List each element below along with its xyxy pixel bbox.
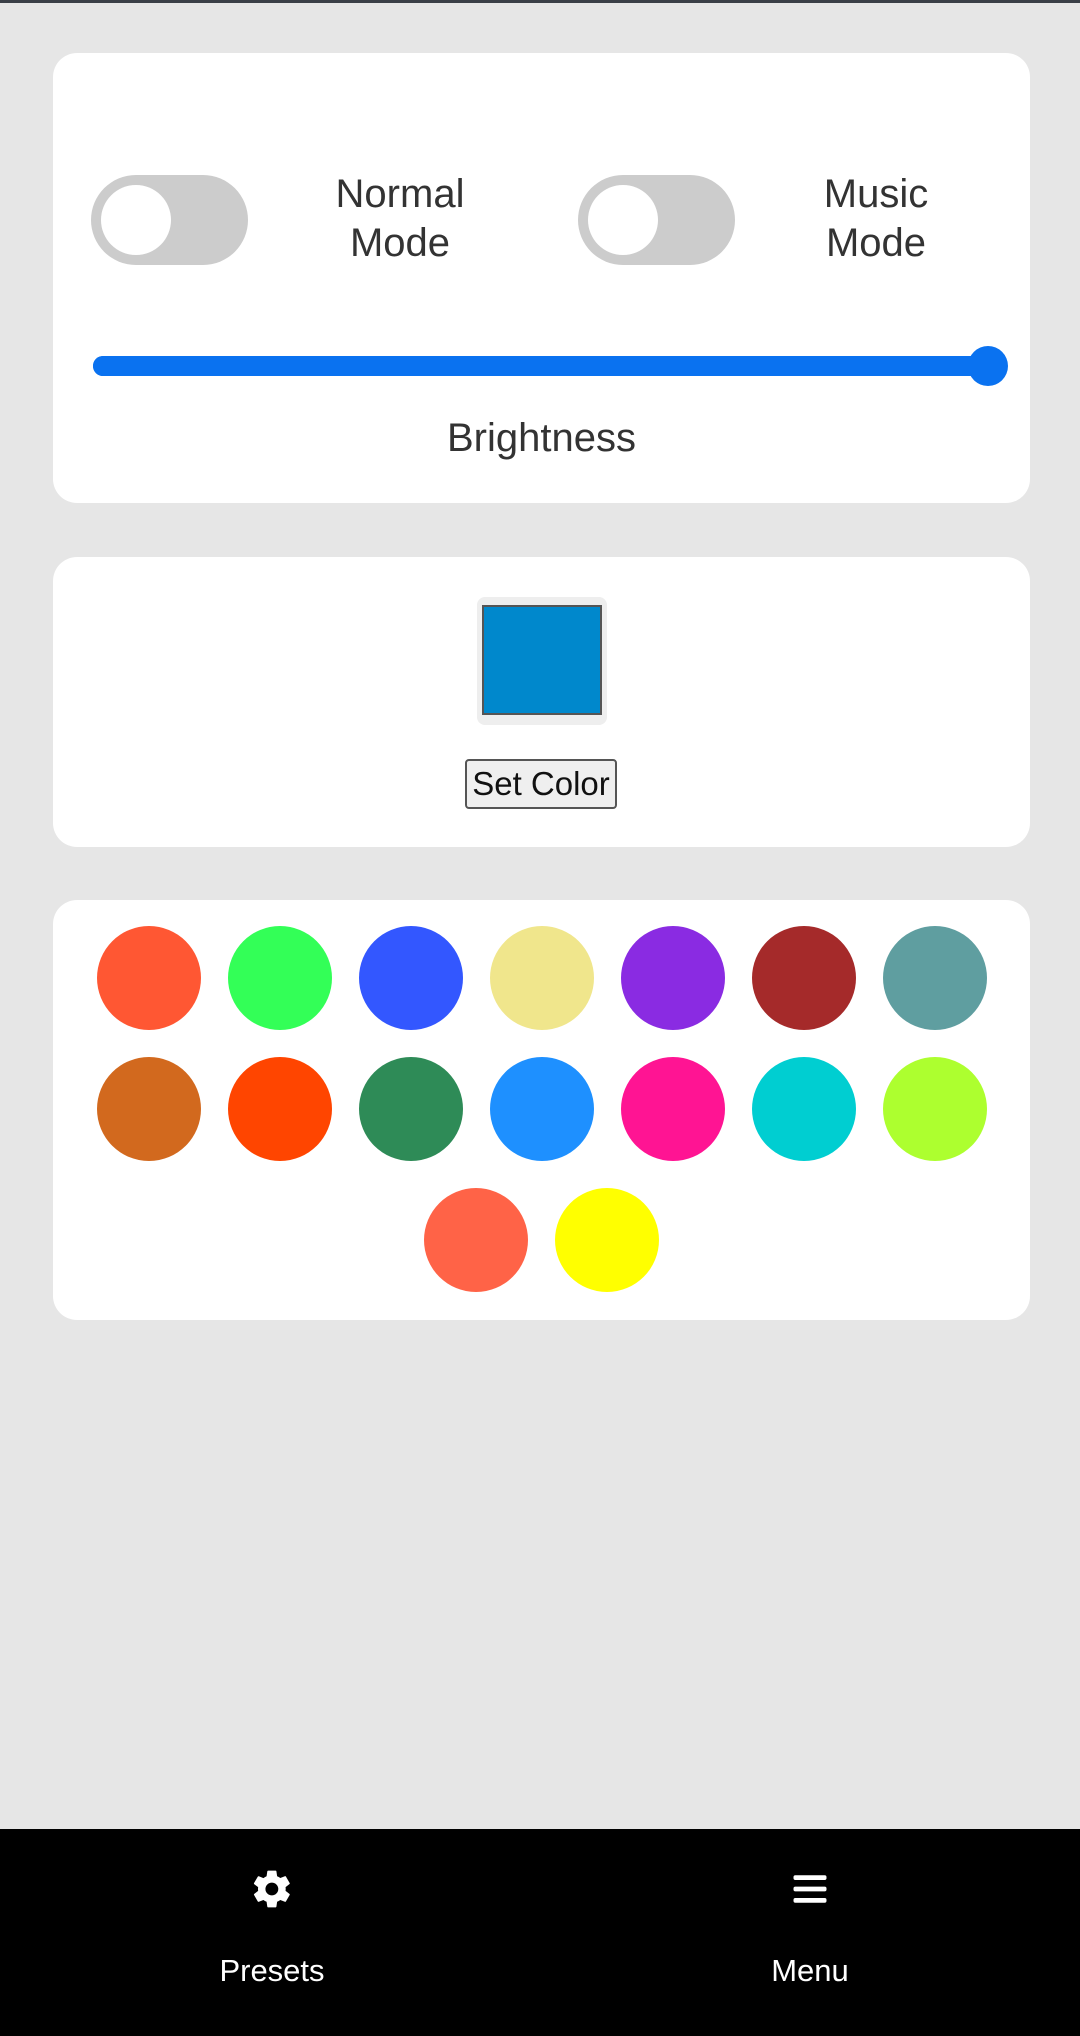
preset-color-swatch[interactable]: [424, 1188, 528, 1292]
current-color-swatch: [482, 605, 602, 715]
preset-color-swatch[interactable]: [358, 926, 463, 1030]
mode-controls-card: Normal Mode Music Mode Brightness: [53, 53, 1030, 503]
brightness-label: Brightness: [447, 416, 636, 460]
color-picker-card: Set Color: [53, 557, 1030, 847]
nav-menu-button[interactable]: Menu: [660, 1829, 960, 2036]
preset-colors-card: [53, 900, 1030, 1320]
preset-color-swatch[interactable]: [227, 926, 332, 1030]
preset-color-swatch[interactable]: [489, 926, 594, 1030]
preset-color-swatch[interactable]: [489, 1057, 594, 1161]
gear-icon: [253, 1870, 290, 1908]
normal-mode-label-text: Normal Mode: [335, 172, 465, 265]
preset-color-swatch[interactable]: [96, 926, 201, 1030]
brightness-slider-thumb[interactable]: [968, 346, 1008, 386]
set-color-button[interactable]: Set Color: [465, 759, 617, 809]
preset-color-swatch[interactable]: [751, 1057, 856, 1161]
preset-color-swatch[interactable]: [620, 1057, 725, 1161]
normal-mode-label: Normal Mode: [290, 170, 510, 268]
music-mode-label-text: Music Mode: [823, 172, 929, 265]
preset-color-swatch[interactable]: [96, 1057, 201, 1161]
toggle-knob: [588, 185, 658, 255]
preset-color-swatch[interactable]: [882, 926, 987, 1030]
preset-color-swatch[interactable]: [620, 926, 725, 1030]
preset-color-swatch[interactable]: [882, 1057, 987, 1161]
preset-color-swatch[interactable]: [358, 1057, 463, 1161]
nav-presets-label: Presets: [219, 1953, 325, 1988]
toggle-knob: [101, 185, 171, 255]
brightness-slider-fill: [93, 356, 990, 376]
preset-color-swatch[interactable]: [227, 1057, 332, 1161]
normal-mode-toggle[interactable]: [91, 175, 248, 265]
nav-menu-label: Menu: [771, 1953, 849, 1988]
nav-presets-button[interactable]: Presets: [122, 1829, 422, 2036]
brightness-slider[interactable]: [93, 346, 1008, 386]
color-input[interactable]: [477, 597, 607, 725]
music-mode-label: Music Mode: [766, 170, 986, 268]
hamburger-menu-icon: [793, 1875, 827, 1903]
preset-color-swatch[interactable]: [555, 1188, 659, 1292]
top-border: [0, 0, 1080, 3]
bottom-navigation: Presets Menu: [0, 1829, 1080, 2036]
preset-color-swatch[interactable]: [751, 926, 856, 1030]
music-mode-toggle[interactable]: [578, 175, 735, 265]
